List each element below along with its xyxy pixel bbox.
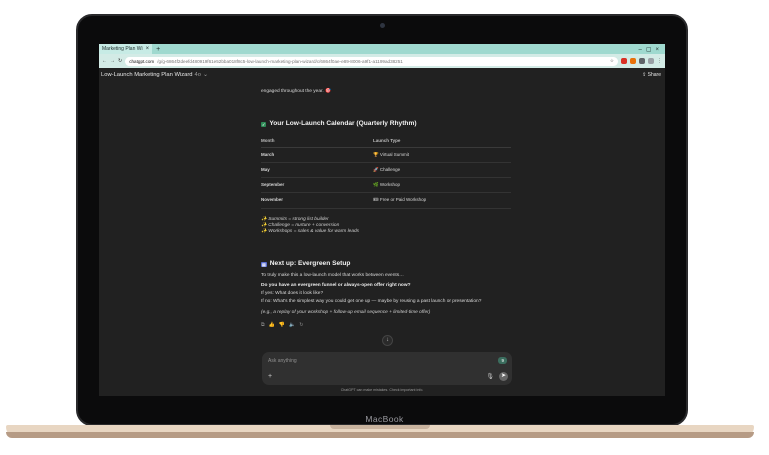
url-host: chatgpt.com bbox=[129, 58, 155, 64]
next-intro: To truly make this a low-launch model th… bbox=[261, 272, 404, 278]
new-tab-button[interactable]: + bbox=[156, 46, 160, 53]
launch-type-cell: 🚀 Challenge bbox=[373, 162, 511, 179]
question-text: Do you have an evergreen funnel or alway… bbox=[261, 283, 411, 289]
message-actions: ⧉ 👍 👎 🔈 ↻ bbox=[261, 322, 521, 329]
window-controls[interactable]: –▢× bbox=[638, 46, 665, 53]
extension-icon[interactable] bbox=[648, 58, 654, 64]
month-cell: September bbox=[261, 177, 373, 194]
plus-icon[interactable]: + bbox=[268, 373, 272, 380]
status-badge[interactable]: 9 bbox=[498, 357, 507, 364]
month-cell: May bbox=[261, 162, 373, 179]
calendar-table: Month Launch Type March 🏆 Virtual Summit… bbox=[261, 134, 511, 209]
table-row: May 🚀 Challenge bbox=[261, 162, 511, 179]
share-button[interactable]: ⇪ Share bbox=[642, 72, 661, 78]
next-heading-text: Next up: Evergreen Setup bbox=[269, 260, 351, 268]
chat-header: Low-Launch Marketing Plan Wizard 4o ⌄ ⇪ … bbox=[99, 68, 665, 82]
prompt-input[interactable] bbox=[268, 358, 468, 364]
intro-text: engaged throughout the year. 🎯 bbox=[261, 89, 331, 94]
microphone-icon[interactable]: 🎙 bbox=[486, 373, 494, 380]
thumbs-down-icon[interactable]: 👎 bbox=[279, 322, 285, 329]
next-heading: ▤ Next up: Evergreen Setup bbox=[261, 260, 521, 269]
if-yes-text: If yes: What does it look like? bbox=[261, 291, 324, 297]
launch-type-cell: 🎟 Free or Paid Workshop bbox=[373, 192, 511, 209]
column-header: Month bbox=[261, 134, 373, 148]
menu-dots-icon[interactable]: ⋮ bbox=[657, 58, 662, 64]
table-row: November 🎟 Free or Paid Workshop bbox=[261, 192, 511, 209]
send-button[interactable]: ➤ bbox=[499, 372, 508, 381]
thumbs-up-icon[interactable]: 👍 bbox=[269, 322, 275, 329]
browser-toolbar: ← → ↻ chatgpt.com/g/g-6864f2deefd480919f… bbox=[99, 54, 665, 68]
address-bar[interactable]: chatgpt.com/g/g-6864f2deefd480919f61e52b… bbox=[125, 56, 618, 66]
launch-type-cell: 🏆 Virtual Summit bbox=[373, 147, 511, 163]
forward-icon[interactable]: → bbox=[110, 58, 115, 64]
speaker-icon[interactable]: 🔈 bbox=[289, 322, 295, 329]
reload-icon[interactable]: ↻ bbox=[118, 58, 122, 64]
bookmark-star-icon[interactable]: ☆ bbox=[610, 58, 614, 64]
extension-icon[interactable] bbox=[621, 58, 627, 64]
share-label: Share bbox=[647, 72, 661, 78]
list-item: ✨ Workshops = sales & value for warm lea… bbox=[261, 228, 360, 234]
tab-title: Marketing Plan Wi bbox=[102, 46, 143, 52]
column-header: Launch Type bbox=[373, 134, 511, 148]
laptop-notch bbox=[330, 425, 430, 429]
back-icon[interactable]: ← bbox=[102, 58, 107, 64]
example-text: (e.g., a replay of your workshop + follo… bbox=[261, 309, 431, 315]
extension-icon[interactable] bbox=[639, 58, 645, 64]
table-row: September 🌿 Workshop bbox=[261, 177, 511, 194]
chart-emoji-icon: ▤ bbox=[261, 261, 267, 268]
calendar-heading-text: Your Low-Launch Calendar (Quarterly Rhyt… bbox=[269, 120, 417, 128]
browser-tab[interactable]: Marketing Plan Wi × bbox=[99, 44, 153, 54]
chat-message: engaged throughout the year. 🎯 ✓ Your Lo… bbox=[261, 89, 521, 329]
close-tab-icon[interactable]: × bbox=[146, 46, 150, 52]
month-cell: November bbox=[261, 192, 373, 209]
if-no-text: If no: What's the simplest way you could… bbox=[261, 299, 482, 305]
launch-type-cell: 🌿 Workshop bbox=[373, 177, 511, 194]
disclaimer-text: ChatGPT can make mistakes. Check importa… bbox=[340, 388, 424, 392]
url-path: /g/g-6864f2deefd480919f61e52bba018f8c5-l… bbox=[157, 58, 403, 64]
scroll-down-button[interactable]: ↓ bbox=[382, 335, 393, 346]
screen: Marketing Plan Wi × + –▢× ← → ↻ chatgpt.… bbox=[99, 44, 665, 396]
camera-dot bbox=[380, 23, 385, 28]
month-cell: March bbox=[261, 147, 373, 163]
laptop-base-edge bbox=[6, 432, 754, 438]
extension-icon[interactable] bbox=[630, 58, 636, 64]
browser-tabbar: Marketing Plan Wi × + –▢× bbox=[99, 44, 665, 54]
chevron-down-icon[interactable]: ⌄ bbox=[203, 72, 208, 78]
device-brand-label: MacBook bbox=[365, 414, 404, 424]
checkmark-icon: ✓ bbox=[261, 121, 267, 128]
bullet-list: ✨ Summits = strong list builder ✨ Challe… bbox=[261, 217, 521, 236]
composer: 9 + 🎙 ➤ bbox=[262, 352, 512, 385]
calendar-heading: ✓ Your Low-Launch Calendar (Quarterly Rh… bbox=[261, 120, 521, 129]
copy-icon[interactable]: ⧉ bbox=[261, 322, 265, 329]
table-row: March 🏆 Virtual Summit bbox=[261, 147, 511, 163]
arrow-down-icon: ↓ bbox=[386, 337, 389, 343]
table-header-row: Month Launch Type bbox=[261, 134, 511, 148]
conversation-title[interactable]: Low-Launch Marketing Plan Wizard bbox=[101, 72, 193, 78]
model-selector[interactable]: 4o bbox=[195, 72, 201, 78]
refresh-icon[interactable]: ↻ bbox=[299, 322, 303, 329]
